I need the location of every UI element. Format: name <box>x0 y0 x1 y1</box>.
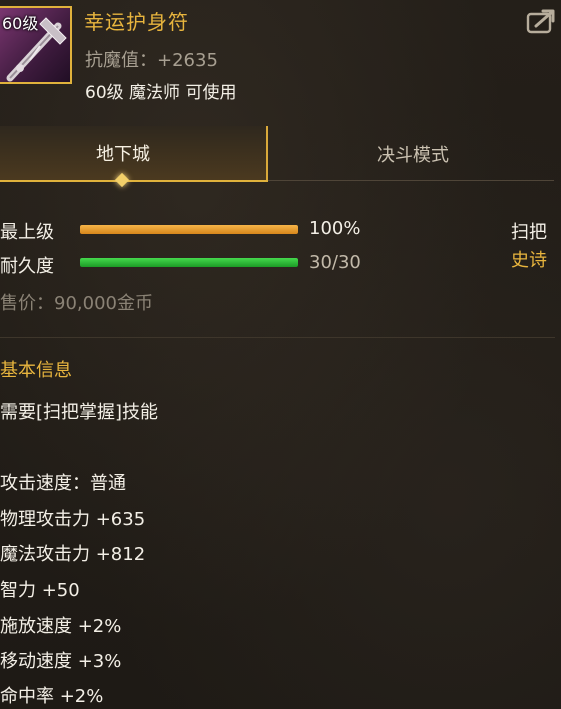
usable-requirement: 60级 魔法师 可使用 <box>85 83 237 103</box>
item-rarity: 史诗 <box>511 250 547 271</box>
grade-label: 最上级 <box>0 222 54 243</box>
info-line: 智力 +50 <box>0 580 80 601</box>
info-line: 移动速度 +3% <box>0 651 122 672</box>
tab-dungeon-label: 地下城 <box>96 144 150 165</box>
durability-label: 耐久度 <box>0 256 54 277</box>
tab-inactive-underline <box>268 180 554 181</box>
info-line: 施放速度 +2% <box>0 616 122 637</box>
item-level-badge: 60级 <box>2 14 39 33</box>
info-line: 攻击速度：普通 <box>0 473 126 494</box>
durability-bar <box>80 258 298 267</box>
grade-bar-fill <box>80 225 298 234</box>
tab-active-underline <box>0 180 268 182</box>
durability-bar-fill <box>80 258 298 267</box>
panel-background <box>0 0 561 709</box>
grade-value: 100% <box>309 218 361 239</box>
info-line: 物理攻击力 +635 <box>0 509 146 530</box>
section-divider <box>0 337 555 338</box>
item-type: 扫把 <box>511 222 547 243</box>
sell-price: 售价：90,000金币 <box>0 293 153 314</box>
magic-resist-stat: 抗魔值：+2635 <box>85 50 218 71</box>
info-line: 命中率 +2% <box>0 686 104 707</box>
info-line: 魔法攻击力 +812 <box>0 544 146 565</box>
basic-info-title: 基本信息 <box>0 360 72 381</box>
share-button[interactable] <box>526 8 556 34</box>
info-line: 需要[扫把掌握]技能 <box>0 402 159 423</box>
grade-bar <box>80 225 298 234</box>
item-name: 幸运护身符 <box>84 10 189 34</box>
tab-duel-mode-label: 决斗模式 <box>377 145 449 166</box>
share-export-icon <box>526 9 555 34</box>
durability-value: 30/30 <box>309 252 361 273</box>
